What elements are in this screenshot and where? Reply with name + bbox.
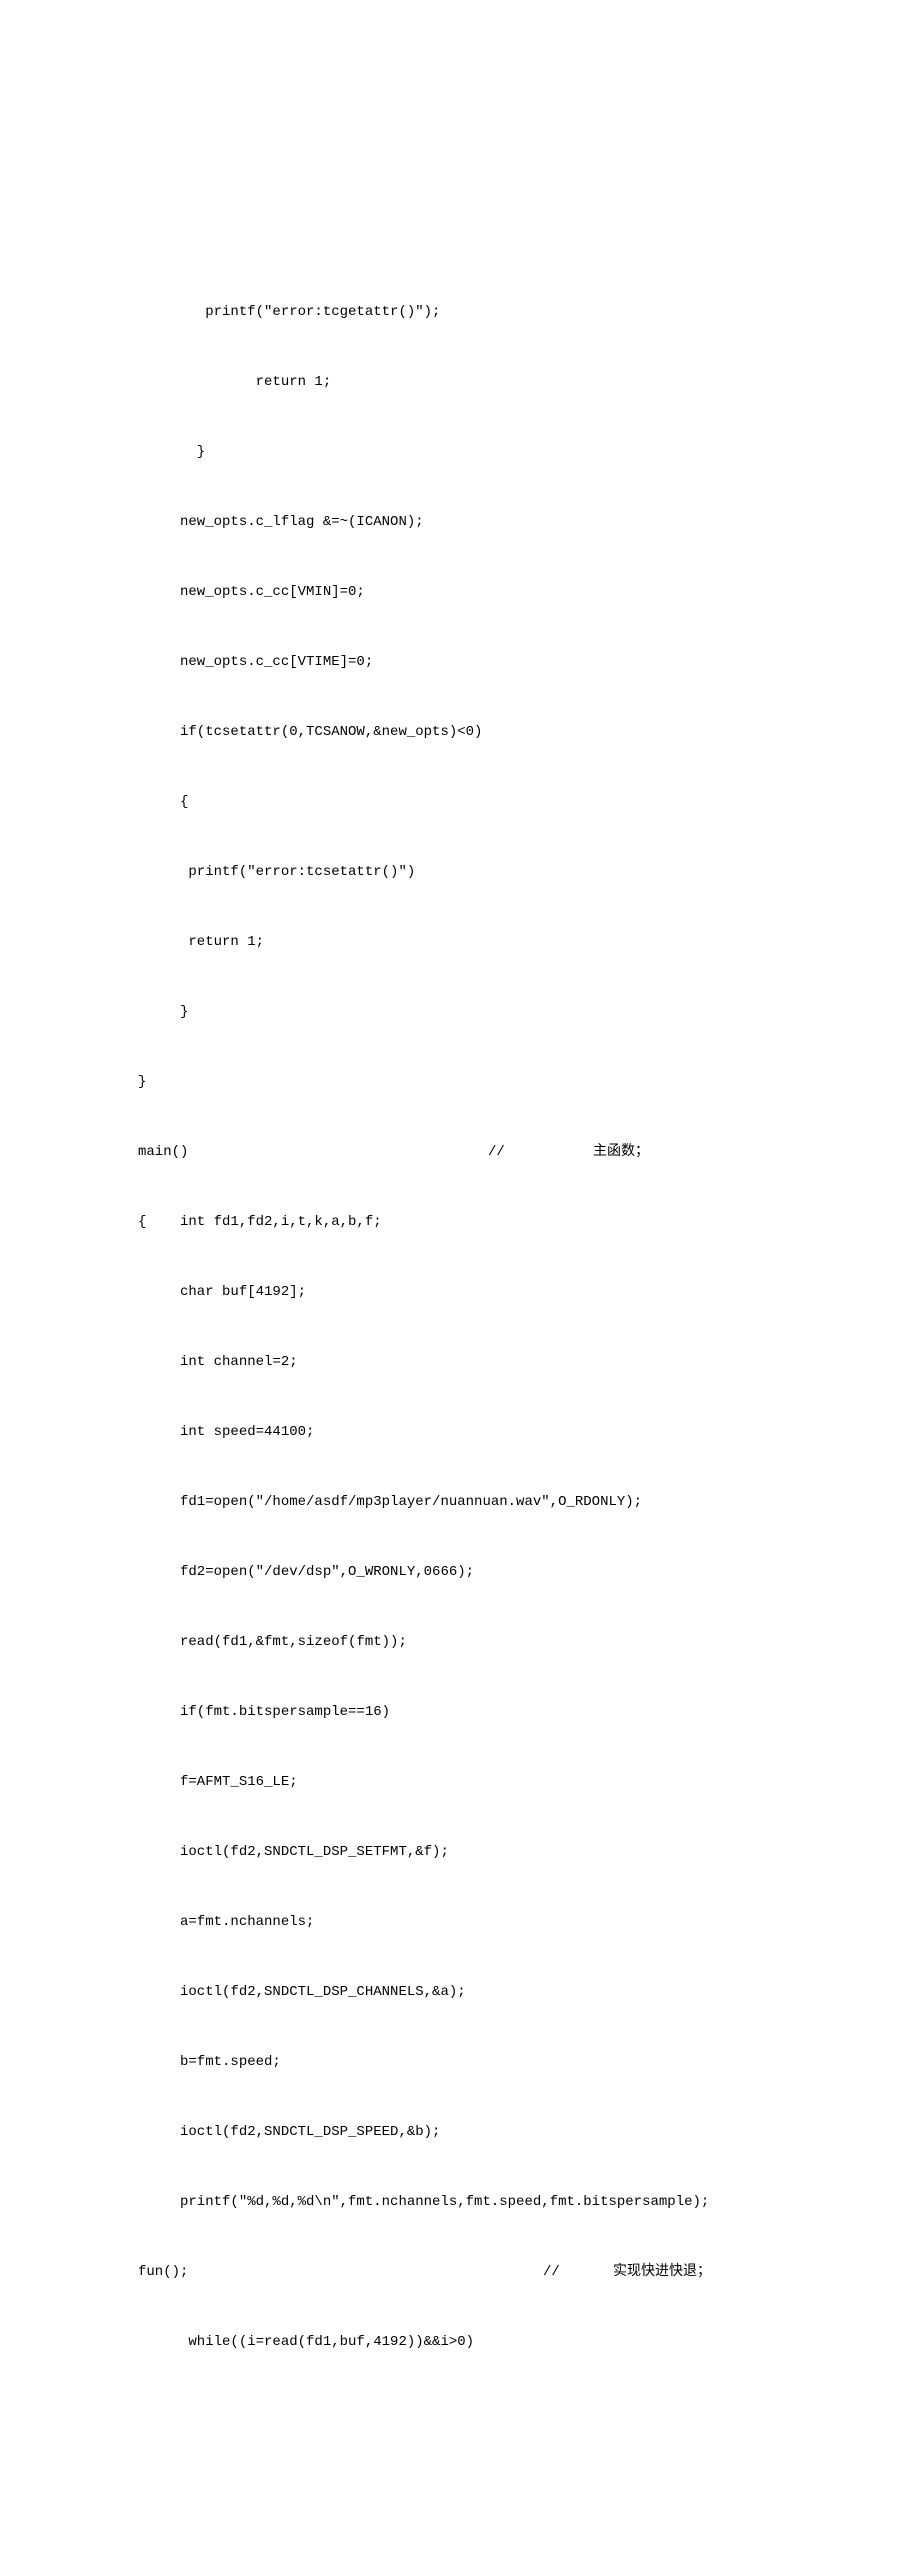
code-line: new_opts.c_cc[VTIME]=0; [138,645,920,680]
code-line: } [138,1065,920,1100]
code-line: { int fd1,fd2,i,t,k,a,b,f; [138,1205,920,1240]
code-line: fd1=open("/home/asdf/mp3player/nuannuan.… [138,1485,920,1520]
code-line: } [138,435,920,470]
main-declaration-line: main()//主函数； [138,1135,920,1170]
fun-call-line: fun();//实现快进快退； [138,2255,920,2290]
code-line: if(tcsetattr(0,TCSANOW,&new_opts)<0) [138,715,920,750]
code-text: fun(); [138,2255,543,2290]
comment-slash: // [543,2255,613,2290]
code-line: ioctl(fd2,SNDCTL_DSP_SETFMT,&f); [138,1835,920,1870]
code-line: ioctl(fd2,SNDCTL_DSP_CHANNELS,&a); [138,1975,920,2010]
code-line: new_opts.c_lflag &=~(ICANON); [138,505,920,540]
comment-text: 实现快进快退； [613,2255,711,2290]
code-line: b=fmt.speed; [138,2045,920,2080]
code-line: int channel=2; [138,1345,920,1380]
code-line: read(fd1,&fmt,sizeof(fmt)); [138,1625,920,1660]
code-line: fd2=open("/dev/dsp",O_WRONLY,0666); [138,1555,920,1590]
code-line: new_opts.c_cc[VMIN]=0; [138,575,920,610]
code-line: while((i=read(fd1,buf,4192))&&i>0) [138,2325,920,2360]
code-line: printf("%d,%d,%d\n",fmt.nchannels,fmt.sp… [138,2185,920,2220]
code-line: int speed=44100; [138,1415,920,1450]
code-line: ioctl(fd2,SNDCTL_DSP_SPEED,&b); [138,2115,920,2150]
code-line: if(fmt.bitspersample==16) [138,1695,920,1730]
comment-slash: // [488,1135,593,1170]
code-block: printf("error:tcgetattr()"); return 1; }… [138,260,920,2395]
code-line: } [138,995,920,1030]
code-line: printf("error:tcgetattr()"); [138,295,920,330]
code-line: return 1; [138,365,920,400]
comment-text: 主函数； [593,1135,649,1170]
code-line: { [138,785,920,820]
code-line: f=AFMT_S16_LE; [138,1765,920,1800]
code-line: char buf[4192]; [138,1275,920,1310]
code-line: return 1; [138,925,920,960]
code-text: main() [138,1135,488,1170]
code-line: a=fmt.nchannels; [138,1905,920,1940]
code-line: printf("error:tcsetattr()") [138,855,920,890]
